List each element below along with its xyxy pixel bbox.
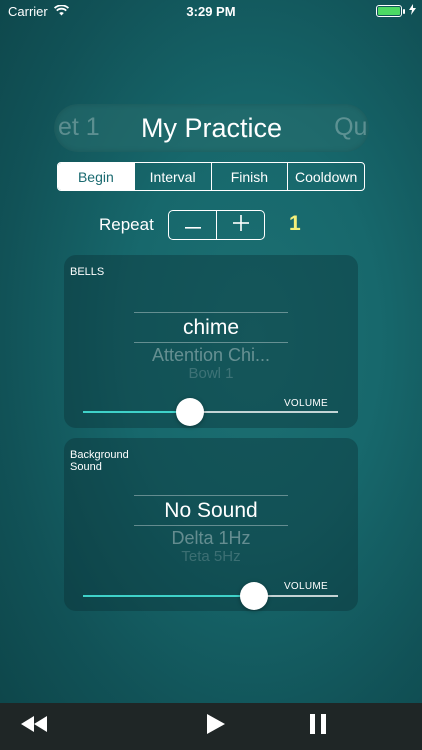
playback-toolbar	[0, 703, 422, 750]
bell-option[interactable]: Attention Chi...	[134, 345, 288, 366]
decrement-button[interactable]	[169, 211, 217, 239]
status-right	[376, 3, 416, 18]
status-bar: Carrier 3:29 PM	[0, 0, 422, 22]
rewind-button[interactable]	[21, 715, 47, 737]
increment-button[interactable]	[217, 211, 264, 239]
segment-cooldown[interactable]: Cooldown	[288, 163, 364, 190]
status-time: 3:29 PM	[186, 4, 236, 19]
bell-option[interactable]: Bowl 1	[134, 366, 288, 378]
segment-begin[interactable]: Begin	[58, 163, 135, 190]
background-volume-slider[interactable]	[83, 581, 338, 611]
play-button[interactable]	[203, 713, 229, 739]
plus-icon	[232, 214, 249, 236]
background-sound-label: Background Sound	[70, 449, 129, 473]
bell-selected[interactable]: chime	[134, 313, 288, 342]
background-sound-option[interactable]: Teta 5Hz	[134, 549, 288, 561]
practice-title[interactable]: My Practice	[54, 113, 369, 144]
background-sound-option[interactable]: Delta 1Hz	[134, 528, 288, 549]
practice-selector[interactable]: et 1 My Practice Qui	[54, 104, 369, 152]
phase-segmented-control: Begin Interval Finish Cooldown	[57, 162, 365, 191]
play-icon	[207, 713, 225, 739]
segment-finish[interactable]: Finish	[212, 163, 289, 190]
practice-next[interactable]: Qui	[334, 113, 369, 142]
bells-card: BELLS chime Attention Chi... Bowl 1 VOLU…	[64, 255, 358, 428]
charging-bolt-icon	[409, 3, 416, 18]
rewind-icon	[21, 715, 47, 737]
segment-interval[interactable]: Interval	[135, 163, 212, 190]
bells-volume-slider[interactable]	[83, 397, 338, 427]
slider-thumb[interactable]	[176, 398, 204, 426]
repeat-count: 1	[289, 212, 301, 235]
background-sound-picker[interactable]: No Sound Delta 1Hz Teta 5Hz	[134, 495, 288, 561]
background-sound-card: Background Sound No Sound Delta 1Hz Teta…	[64, 438, 358, 611]
pause-button[interactable]	[305, 713, 331, 739]
minus-icon	[184, 216, 201, 234]
slider-fill	[83, 411, 190, 413]
background-sound-selected[interactable]: No Sound	[134, 496, 288, 525]
bells-label: BELLS	[70, 266, 105, 278]
repeat-label: Repeat	[99, 215, 154, 234]
repeat-stepper	[168, 210, 265, 240]
pause-icon	[310, 713, 326, 739]
slider-fill	[83, 595, 254, 597]
battery-icon	[376, 4, 405, 17]
bell-picker[interactable]: chime Attention Chi... Bowl 1	[134, 312, 288, 378]
slider-thumb[interactable]	[240, 582, 268, 610]
